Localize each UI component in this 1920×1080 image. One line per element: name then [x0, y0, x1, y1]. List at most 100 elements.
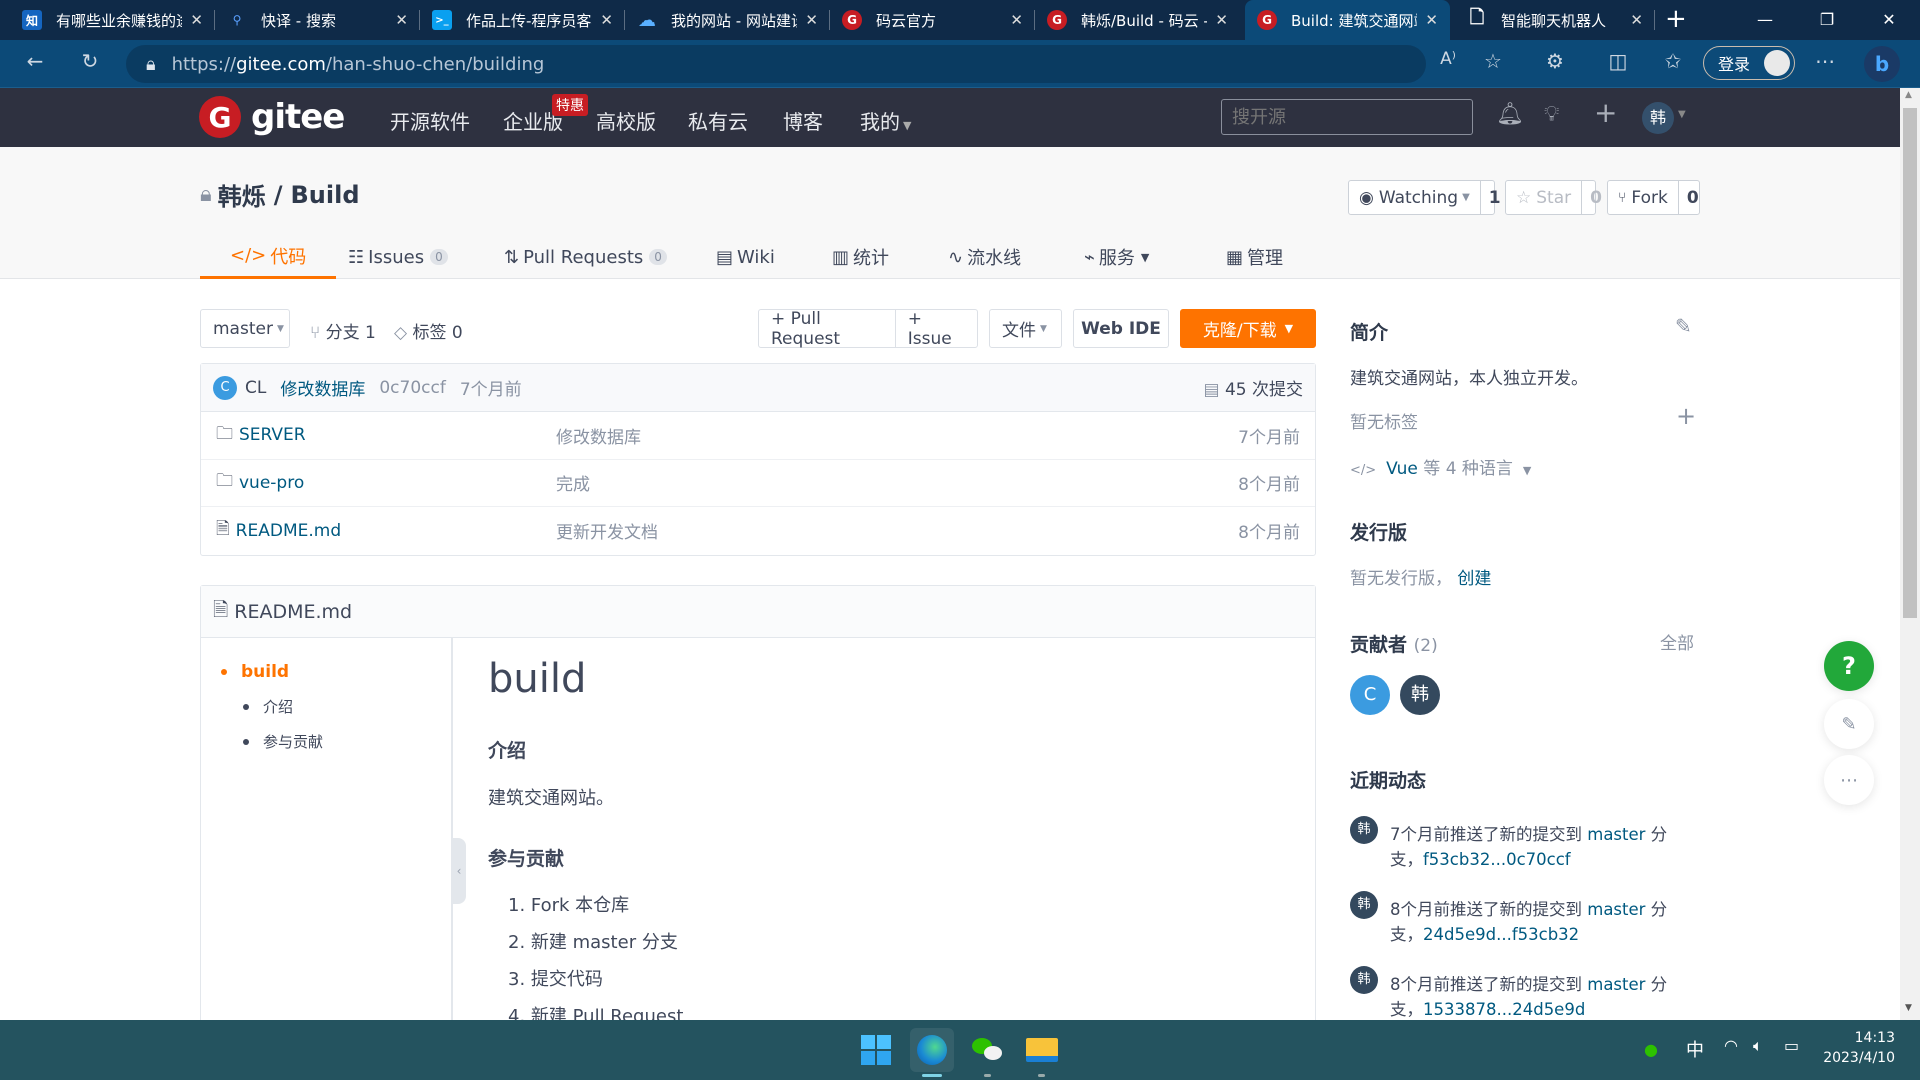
- clock-date[interactable]: 2023/4/10: [1815, 1050, 1895, 1066]
- activity-avatar[interactable]: 韩: [1350, 966, 1378, 994]
- wifi-icon[interactable]: ◠: [1724, 1036, 1738, 1055]
- restore-button[interactable]: ❐: [1796, 0, 1858, 40]
- branch-link[interactable]: master: [1587, 825, 1645, 844]
- tab-services[interactable]: ⌁ 服务 ▼: [1084, 235, 1149, 279]
- chat-button[interactable]: ⋯: [1824, 755, 1874, 805]
- login-button[interactable]: 登录: [1703, 46, 1795, 80]
- languages-link[interactable]: </> Vue 等 4 种语言 ▼: [1350, 454, 1531, 479]
- file-commit-message[interactable]: 更新开发文档: [556, 518, 1238, 543]
- user-avatar[interactable]: 韩: [1642, 102, 1674, 134]
- tab-pipeline[interactable]: ∿ 流水线: [948, 235, 1021, 279]
- browser-tab[interactable]: G 韩烁/Build - 码云 - ✕: [1035, 0, 1240, 40]
- file-row[interactable]: 🗀︎ vue-pro 完成 8个月前: [201, 460, 1315, 507]
- file-menu-button[interactable]: 文件 ▼: [989, 309, 1062, 348]
- browser-tab[interactable]: >_ 作品上传-程序员客栈 ✕: [420, 0, 625, 40]
- star-button[interactable]: ☆ Star 0: [1505, 180, 1602, 215]
- browser-tab-active[interactable]: G Build: 建筑交通网站 ✕: [1245, 0, 1450, 40]
- commit-count-link[interactable]: ▤ 45 次提交: [1203, 375, 1303, 400]
- new-tab-button[interactable]: +: [1665, 4, 1687, 34]
- committer-avatar[interactable]: C: [213, 375, 237, 400]
- file-name[interactable]: SERVER: [239, 425, 306, 445]
- contributor-avatar[interactable]: C: [1350, 675, 1390, 715]
- browser-tab[interactable]: ⚲ 快译 - 搜索 ✕: [215, 0, 420, 40]
- branch-select[interactable]: master ▼: [200, 309, 290, 348]
- help-button[interactable]: ?: [1824, 641, 1874, 691]
- scroll-down-icon[interactable]: ▼: [1905, 1003, 1912, 1013]
- file-commit-message[interactable]: 修改数据库: [556, 423, 1238, 448]
- add-favorite-icon[interactable]: ☆: [1478, 49, 1508, 73]
- tab-pull-requests[interactable]: ⇅ Pull Requests 0: [504, 235, 667, 279]
- contributors-all-link[interactable]: 全部: [1660, 629, 1694, 654]
- toc-collapse-handle[interactable]: ‹: [452, 838, 466, 904]
- minimize-button[interactable]: —: [1734, 0, 1796, 40]
- refresh-button[interactable]: ↻: [75, 49, 105, 73]
- tab-issues[interactable]: ☷ Issues 0: [348, 235, 448, 279]
- chevron-down-icon[interactable]: ▼: [1678, 109, 1686, 120]
- commit-range-link[interactable]: 1533878...24d5e9d: [1423, 1000, 1585, 1019]
- watch-button[interactable]: ◉ Watching ▼ 1: [1348, 180, 1501, 215]
- commit-message-link[interactable]: 修改数据库: [280, 375, 365, 400]
- close-tab-icon[interactable]: ✕: [1425, 11, 1438, 29]
- browser-tab[interactable]: 🗋 智能聊天机器人 ✕: [1455, 0, 1655, 40]
- commit-range-link[interactable]: f53cb32...0c70ccf: [1423, 850, 1571, 869]
- taskbar-wechat[interactable]: [966, 1028, 1010, 1077]
- file-name[interactable]: vue-pro: [239, 473, 304, 493]
- plus-icon[interactable]: +: [1594, 96, 1617, 129]
- favorites-icon[interactable]: ✩: [1658, 49, 1688, 73]
- bing-copilot-icon[interactable]: b: [1864, 46, 1900, 82]
- nav-education[interactable]: 高校版: [596, 106, 656, 135]
- tags-link[interactable]: ◇ 标签 0: [394, 318, 463, 343]
- browser-tab[interactable]: 知 有哪些业余赚钱的途径 ✕: [10, 0, 215, 40]
- browser-tab[interactable]: G 码云官方 ✕: [830, 0, 1035, 40]
- contributor-avatar[interactable]: 韩: [1400, 675, 1440, 715]
- toc-item[interactable]: 参与贡献: [243, 731, 323, 752]
- close-window-button[interactable]: ✕: [1858, 0, 1920, 40]
- close-tab-icon[interactable]: ✕: [395, 11, 408, 29]
- repo-name-link[interactable]: Build: [290, 181, 359, 209]
- tab-manage[interactable]: ▦ 管理: [1226, 235, 1283, 279]
- read-aloud-icon[interactable]: A⁾: [1433, 49, 1463, 69]
- clock-time[interactable]: 14:13: [1825, 1030, 1895, 1046]
- web-ide-button[interactable]: Web IDE: [1073, 309, 1169, 348]
- tab-code[interactable]: </> 代码: [200, 235, 337, 279]
- tab-wiki[interactable]: ▤ Wiki: [716, 235, 775, 279]
- bell-icon[interactable]: 🔔︎: [1496, 102, 1524, 127]
- nav-private-cloud[interactable]: 私有云: [688, 106, 748, 135]
- add-tag-icon[interactable]: +: [1676, 402, 1696, 430]
- nav-open-source[interactable]: 开源软件: [390, 106, 470, 135]
- fork-button[interactable]: ⑂ Fork 0: [1607, 180, 1700, 215]
- lightbulb-icon[interactable]: 💡︎: [1544, 102, 1559, 127]
- new-issue-button[interactable]: + Issue: [896, 309, 977, 349]
- scrollbar-thumb[interactable]: [1903, 108, 1917, 618]
- close-tab-icon[interactable]: ✕: [805, 11, 818, 29]
- close-tab-icon[interactable]: ✕: [1630, 11, 1643, 29]
- volume-icon[interactable]: 🔈︎: [1753, 1036, 1763, 1056]
- taskbar-edge[interactable]: [910, 1028, 954, 1077]
- scroll-up-icon[interactable]: ▲: [1905, 90, 1912, 100]
- tray-wechat-icon[interactable]: ●: [1644, 1040, 1658, 1059]
- url-field[interactable]: 🔒︎ https://gitee.com/han-shuo-chen/build…: [126, 45, 1426, 83]
- battery-icon[interactable]: ▭: [1784, 1036, 1799, 1055]
- file-row[interactable]: 🗎︎ README.md 更新开发文档 8个月前: [201, 507, 1315, 555]
- close-tab-icon[interactable]: ✕: [190, 11, 203, 29]
- file-commit-message[interactable]: 完成: [556, 470, 1238, 495]
- toc-item-active[interactable]: build: [221, 662, 289, 682]
- close-tab-icon[interactable]: ✕: [600, 11, 613, 29]
- new-pull-request-button[interactable]: + Pull Request: [759, 309, 896, 349]
- branch-link[interactable]: master: [1587, 975, 1645, 994]
- nav-blog[interactable]: 博客: [783, 106, 823, 135]
- file-row[interactable]: 🗀︎ SERVER 修改数据库 7个月前: [201, 412, 1315, 460]
- nav-mine[interactable]: 我的 ▼: [860, 106, 911, 135]
- repo-owner-link[interactable]: 韩烁: [218, 177, 266, 212]
- branches-link[interactable]: ⑂ 分支 1: [310, 318, 376, 343]
- toc-item[interactable]: 介绍: [243, 696, 293, 717]
- create-release-link[interactable]: 创建: [1457, 569, 1491, 589]
- more-menu-icon[interactable]: ⋯: [1810, 49, 1840, 73]
- split-screen-icon[interactable]: ◫: [1603, 49, 1633, 73]
- taskbar-file-explorer[interactable]: [1020, 1028, 1064, 1077]
- ime-indicator[interactable]: 中: [1686, 1036, 1704, 1062]
- edit-icon[interactable]: ✎: [1675, 314, 1692, 338]
- search-input[interactable]: [1221, 99, 1473, 135]
- gitee-logo[interactable]: G gitee: [199, 96, 345, 138]
- activity-avatar[interactable]: 韩: [1350, 891, 1378, 919]
